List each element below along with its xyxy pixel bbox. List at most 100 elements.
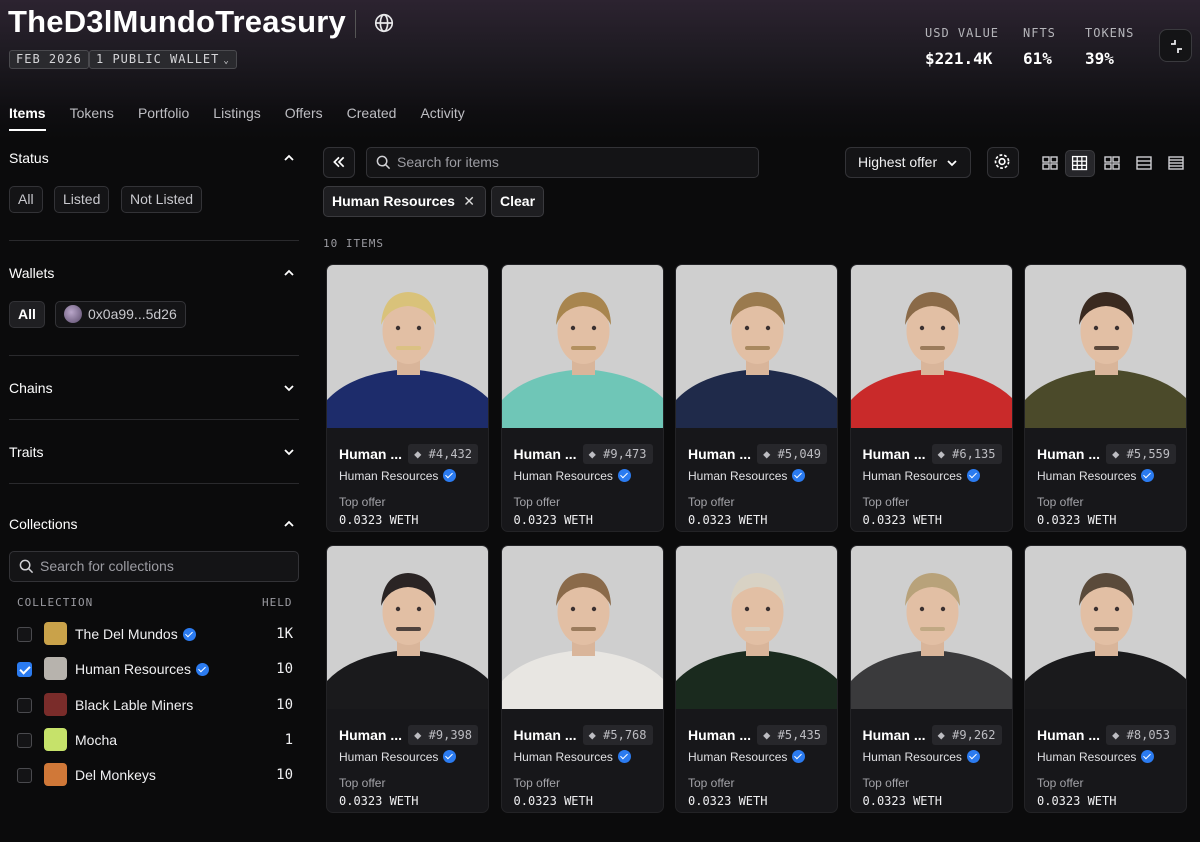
collection-checkbox[interactable]	[17, 732, 32, 748]
chevron-down-icon	[284, 385, 294, 392]
sort-dropdown[interactable]: Highest offer	[845, 147, 971, 178]
search-icon	[376, 155, 391, 170]
item-search-input[interactable]: Search for items	[366, 147, 759, 178]
nft-card[interactable]: Human ... ◆ #4,432 Human Resources Top o…	[326, 264, 489, 532]
view-medium-grid-button[interactable]	[1065, 150, 1095, 177]
active-filter-chip[interactable]: Human Resources ✕	[323, 186, 486, 217]
verified-badge-icon	[966, 469, 980, 482]
nft-card[interactable]: Human ... ◆ #9,473 Human Resources Top o…	[500, 264, 664, 532]
collection-row[interactable]: Black Lable Miners 10	[17, 692, 293, 717]
nft-name: Human ...	[339, 446, 403, 462]
settings-button[interactable]	[987, 147, 1019, 178]
top-offer-label: Top offer	[862, 495, 909, 509]
diamond-icon: ◆	[588, 447, 596, 461]
collection-checkbox[interactable]	[17, 662, 32, 678]
collection-row[interactable]: Mocha 1	[17, 727, 293, 752]
view-large-grid-button[interactable]	[1097, 150, 1127, 177]
wallets-section-header[interactable]: Wallets	[9, 265, 299, 281]
collection-thumbnail	[44, 727, 67, 751]
diamond-icon: ◆	[763, 727, 771, 742]
top-offer-label: Top offer	[339, 775, 386, 790]
tab-activity[interactable]: Activity	[420, 105, 464, 131]
wallet-filter-address[interactable]: 0x0a99...5d26	[55, 301, 186, 328]
status-filter-not-listed[interactable]: Not Listed	[121, 186, 203, 213]
globe-icon[interactable]	[373, 12, 395, 34]
wallet-address: 0x0a99...5d26	[88, 306, 177, 322]
gear-icon	[994, 154, 1010, 169]
nft-name: Human ...	[513, 726, 577, 743]
collection-row[interactable]: Human Resources 10	[17, 657, 293, 681]
nft-card[interactable]: Human ... ◆ #9,262 Human Resources Top o…	[849, 544, 1013, 813]
top-offer-label: Top offer	[688, 775, 735, 790]
top-offer-value: 0.0323 WETH	[339, 513, 419, 527]
diamond-icon: ◆	[937, 727, 945, 742]
verified-badge-icon	[1141, 749, 1155, 763]
chevron-up-icon	[284, 154, 294, 161]
chevron-down-icon	[947, 160, 957, 167]
tab-created[interactable]: Created	[347, 105, 397, 131]
verified-badge-icon	[195, 663, 209, 677]
nft-card[interactable]: Human ... ◆ #6,135 Human Resources Top o…	[849, 264, 1013, 532]
nft-name: Human ...	[513, 446, 577, 462]
tab-items[interactable]: Items	[9, 105, 46, 131]
section-divider	[9, 355, 299, 356]
tab-tokens[interactable]: Tokens	[70, 105, 114, 131]
nft-collection: Human Resources	[514, 749, 631, 764]
nft-name: Human ...	[862, 446, 926, 462]
collection-search-placeholder: Search for collections	[40, 558, 174, 574]
tab-listings[interactable]: Listings	[213, 105, 260, 131]
search-icon	[19, 559, 34, 574]
nft-card[interactable]: Human ... ◆ #5,435 Human Resources Top o…	[675, 544, 838, 813]
nft-portrait-image	[850, 265, 1012, 428]
view-small-grid-button[interactable]	[1035, 150, 1065, 177]
sort-label: Highest offer	[858, 154, 938, 170]
collection-column-header: COLLECTION	[17, 596, 94, 609]
chains-section-header[interactable]: Chains	[9, 380, 299, 396]
wallet-filter-all[interactable]: All	[9, 301, 45, 328]
collection-checkbox[interactable]	[17, 768, 32, 784]
nft-card[interactable]: Human ... ◆ #8,053 Human Resources Top o…	[1024, 544, 1187, 813]
view-list-button[interactable]	[1129, 150, 1159, 177]
collection-row[interactable]: The Del Mundos 1K	[17, 622, 293, 646]
verified-badge-icon	[1141, 469, 1155, 482]
collections-section-header[interactable]: Collections	[9, 516, 299, 532]
view-table-button[interactable]	[1161, 150, 1191, 177]
grid-small-icon	[1042, 156, 1058, 170]
verified-badge-icon	[792, 469, 806, 482]
nft-card[interactable]: Human ... ◆ #5,559 Human Resources Top o…	[1024, 264, 1187, 532]
status-section-header[interactable]: Status	[9, 150, 299, 166]
stat-usd-value: USD VALUE $221.4K	[925, 26, 999, 68]
close-icon[interactable]: ✕	[463, 187, 475, 216]
collection-checkbox[interactable]	[17, 627, 32, 642]
status-filter-all[interactable]: All	[9, 186, 43, 213]
nft-number-badge: ◆ #5,049	[757, 444, 827, 464]
nft-portrait-image	[327, 265, 488, 428]
top-offer-value: 0.0323 WETH	[688, 793, 768, 808]
stat-label: USD VALUE	[925, 26, 1000, 40]
nft-number-badge: ◆ #9,262	[931, 724, 1002, 745]
tab-portfolio[interactable]: Portfolio	[138, 105, 189, 131]
collection-checkbox[interactable]	[17, 697, 32, 713]
nft-number-badge: ◆ #9,398	[408, 724, 478, 745]
wallet-dropdown[interactable]: 1 PUBLIC WALLET ⌄	[89, 50, 237, 69]
nft-collection: Human Resources	[863, 749, 980, 764]
diamond-icon: ◆	[763, 447, 771, 461]
nft-number-badge: ◆ #8,053	[1106, 724, 1176, 745]
tab-offers[interactable]: Offers	[285, 105, 323, 131]
traits-section-header[interactable]: Traits	[9, 444, 299, 460]
collapse-header-button[interactable]	[1159, 29, 1192, 62]
nft-card[interactable]: Human ... ◆ #5,049 Human Resources Top o…	[675, 264, 838, 532]
top-offer-value: 0.0323 WETH	[862, 513, 942, 527]
clear-filters-button[interactable]: Clear	[491, 186, 545, 217]
collection-held: 10	[276, 696, 293, 713]
stat-nfts: NFTS 61%	[1023, 26, 1056, 68]
nft-portrait-image	[501, 265, 663, 428]
collapse-sidebar-button[interactable]	[323, 147, 355, 178]
nft-card[interactable]: Human ... ◆ #5,768 Human Resources Top o…	[500, 544, 664, 813]
collection-search-input[interactable]: Search for collections	[9, 551, 299, 582]
nft-card[interactable]: Human ... ◆ #9,398 Human Resources Top o…	[326, 544, 489, 813]
status-filter-listed[interactable]: Listed	[54, 186, 110, 213]
held-column-header: HELD	[262, 596, 293, 609]
collection-row[interactable]: Del Monkeys 10	[17, 763, 293, 787]
stat-label: NFTS	[1023, 26, 1056, 40]
